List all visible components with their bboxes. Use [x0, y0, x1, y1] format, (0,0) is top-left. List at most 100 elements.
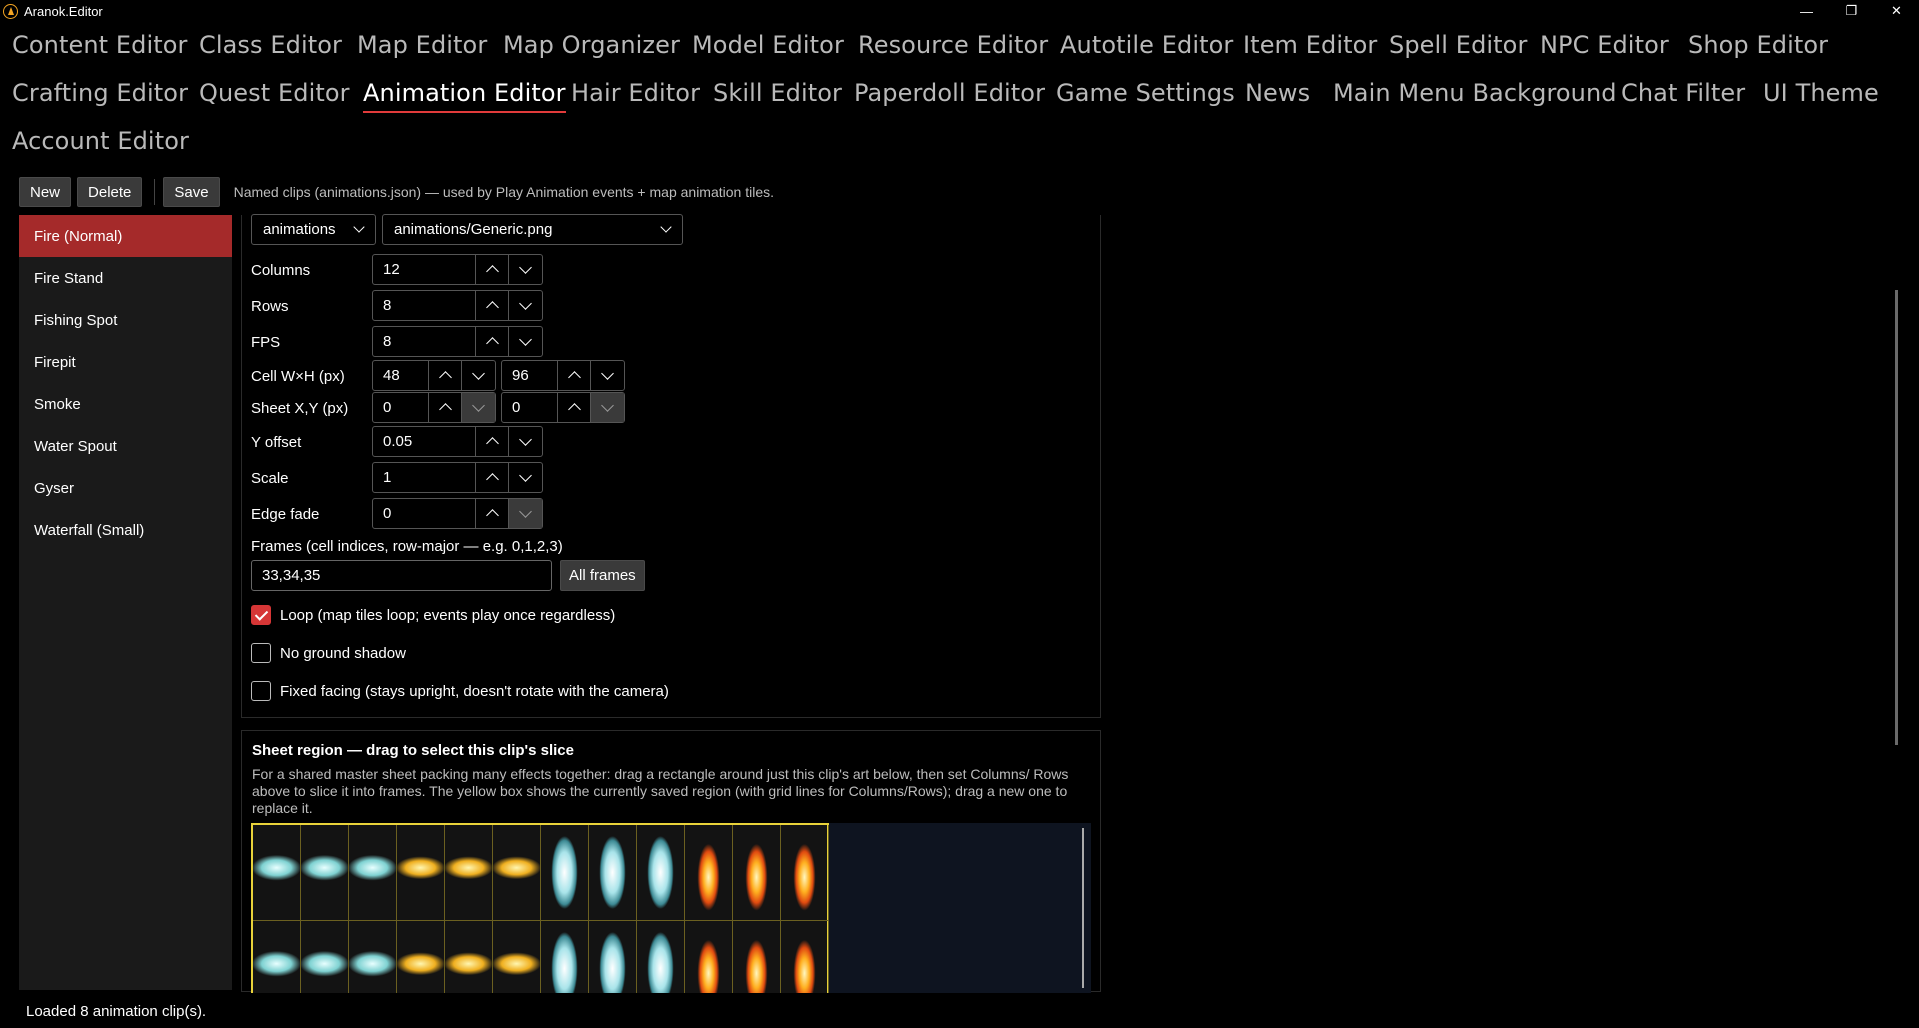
- cell-width-decrement-button[interactable]: [462, 361, 495, 390]
- main-scrollbar[interactable]: [1895, 290, 1898, 745]
- tab-shop-editor[interactable]: Shop Editor: [1688, 31, 1828, 59]
- cell-height-input[interactable]: 96: [502, 361, 558, 390]
- sheet-y-increment-button[interactable]: [558, 393, 591, 422]
- edge-fade-stepper[interactable]: 0: [372, 498, 543, 529]
- tab-account-editor[interactable]: Account Editor: [12, 127, 189, 155]
- tab-chat-filter[interactable]: Chat Filter: [1621, 79, 1745, 107]
- fps-stepper[interactable]: 8: [372, 326, 543, 357]
- sheet-x-decrement-button[interactable]: [462, 393, 495, 422]
- tab-resource-editor[interactable]: Resource Editor: [858, 31, 1048, 59]
- clip-item-gyser[interactable]: Gyser: [19, 467, 232, 509]
- sheet-y-decrement-button[interactable]: [591, 393, 624, 422]
- clip-item-smoke[interactable]: Smoke: [19, 383, 232, 425]
- columns-input[interactable]: 12: [373, 255, 476, 284]
- fixed-facing-checkbox[interactable]: [251, 681, 271, 701]
- clip-properties-panel: animations animations/Generic.png Column…: [241, 214, 1101, 718]
- y-offset-input[interactable]: 0.05: [373, 427, 476, 456]
- scale-stepper[interactable]: 1: [372, 462, 543, 493]
- scale-input[interactable]: 1: [373, 463, 476, 492]
- sheet-y-input[interactable]: 0: [502, 393, 558, 422]
- minimize-button[interactable]: —: [1784, 0, 1829, 22]
- tab-npc-editor[interactable]: NPC Editor: [1540, 31, 1669, 59]
- edge-fade-increment-button[interactable]: [476, 499, 509, 528]
- no-shadow-checkbox-row[interactable]: No ground shadow: [251, 643, 406, 663]
- y-offset-increment-button[interactable]: [476, 427, 509, 456]
- edge-fade-decrement-button[interactable]: [509, 499, 542, 528]
- sheet-x-stepper[interactable]: 0: [372, 392, 496, 423]
- columns-decrement-button[interactable]: [509, 255, 542, 284]
- no-shadow-label: No ground shadow: [280, 644, 406, 662]
- sprite-cell-water-spout: [637, 825, 685, 921]
- clip-item-waterfall-small[interactable]: Waterfall (Small): [19, 509, 232, 551]
- tab-paperdoll-editor[interactable]: Paperdoll Editor: [854, 79, 1045, 107]
- rows-increment-button[interactable]: [476, 291, 509, 320]
- chevron-down-icon: [660, 221, 672, 233]
- rows-decrement-button[interactable]: [509, 291, 542, 320]
- cell-width-increment-button[interactable]: [429, 361, 462, 390]
- scale-decrement-button[interactable]: [509, 463, 542, 492]
- columns-stepper[interactable]: 12: [372, 254, 543, 285]
- sheet-y-stepper[interactable]: 0: [501, 392, 625, 423]
- tab-spell-editor[interactable]: Spell Editor: [1389, 31, 1527, 59]
- loop-checkbox-row[interactable]: Loop (map tiles loop; events play once r…: [251, 605, 615, 625]
- sheet-dropdown[interactable]: animations/Generic.png: [382, 214, 683, 245]
- tab-skill-editor[interactable]: Skill Editor: [713, 79, 842, 107]
- chevron-down-icon: [519, 469, 532, 482]
- sprite-cell-fire: [733, 921, 781, 993]
- tab-autotile-editor[interactable]: Autotile Editor: [1060, 31, 1233, 59]
- y-offset-stepper[interactable]: 0.05: [372, 426, 543, 457]
- tab-class-editor[interactable]: Class Editor: [199, 31, 342, 59]
- scale-increment-button[interactable]: [476, 463, 509, 492]
- tab-main-menu-background[interactable]: Main Menu Background: [1333, 79, 1617, 107]
- fixed-facing-checkbox-row[interactable]: Fixed facing (stays upright, doesn't rot…: [251, 681, 669, 701]
- tab-map-editor[interactable]: Map Editor: [357, 31, 487, 59]
- clip-item-fire-stand[interactable]: Fire Stand: [19, 257, 232, 299]
- edge-fade-input[interactable]: 0: [373, 499, 476, 528]
- columns-increment-button[interactable]: [476, 255, 509, 284]
- cell-width-input[interactable]: 48: [373, 361, 429, 390]
- chevron-up-icon: [485, 437, 499, 450]
- close-button[interactable]: ✕: [1874, 0, 1919, 22]
- folder-dropdown[interactable]: animations: [251, 214, 376, 245]
- tab-animation-editor[interactable]: Animation Editor: [363, 79, 566, 113]
- clip-item-water-spout[interactable]: Water Spout: [19, 425, 232, 467]
- tab-model-editor[interactable]: Model Editor: [692, 31, 844, 59]
- toolbar-divider: [154, 179, 156, 205]
- tab-game-settings[interactable]: Game Settings: [1056, 79, 1235, 107]
- restore-button[interactable]: ❐: [1829, 0, 1874, 22]
- tab-hair-editor[interactable]: Hair Editor: [571, 79, 700, 107]
- sheet-region-title: Sheet region — drag to select this clip'…: [252, 742, 574, 759]
- cell-height-decrement-button[interactable]: [591, 361, 624, 390]
- tab-item-editor[interactable]: Item Editor: [1243, 31, 1377, 59]
- y-offset-decrement-button[interactable]: [509, 427, 542, 456]
- tab-news[interactable]: News: [1245, 79, 1310, 107]
- fps-input[interactable]: 8: [373, 327, 476, 356]
- tab-ui-theme[interactable]: UI Theme: [1763, 79, 1879, 107]
- no-shadow-checkbox[interactable]: [251, 643, 271, 663]
- all-frames-button[interactable]: All frames: [560, 560, 645, 591]
- rows-stepper[interactable]: 8: [372, 290, 543, 321]
- frames-input[interactable]: 33,34,35: [251, 560, 552, 591]
- clip-item-firepit[interactable]: Firepit: [19, 341, 232, 383]
- sheet-x-input[interactable]: 0: [373, 393, 429, 422]
- tab-map-organizer[interactable]: Map Organizer: [503, 31, 680, 59]
- fps-decrement-button[interactable]: [509, 327, 542, 356]
- fps-increment-button[interactable]: [476, 327, 509, 356]
- clip-item-fishing-spot[interactable]: Fishing Spot: [19, 299, 232, 341]
- new-button[interactable]: New: [19, 177, 72, 207]
- sprite-sheet-canvas[interactable]: [251, 823, 1091, 993]
- clip-item-fire-normal[interactable]: Fire (Normal): [19, 215, 232, 257]
- sprite-cell-fire-stream: [493, 825, 541, 921]
- sheet-scrollbar[interactable]: [1082, 828, 1084, 988]
- tab-crafting-editor[interactable]: Crafting Editor: [12, 79, 188, 107]
- cell-height-stepper[interactable]: 96: [501, 360, 625, 391]
- save-button[interactable]: Save: [163, 177, 220, 207]
- sheet-x-increment-button[interactable]: [429, 393, 462, 422]
- cell-width-stepper[interactable]: 48: [372, 360, 496, 391]
- cell-height-increment-button[interactable]: [558, 361, 591, 390]
- tab-content-editor[interactable]: Content Editor: [12, 31, 188, 59]
- rows-input[interactable]: 8: [373, 291, 476, 320]
- tab-quest-editor[interactable]: Quest Editor: [199, 79, 350, 107]
- delete-button[interactable]: Delete: [77, 177, 143, 207]
- loop-checkbox[interactable]: [251, 605, 271, 625]
